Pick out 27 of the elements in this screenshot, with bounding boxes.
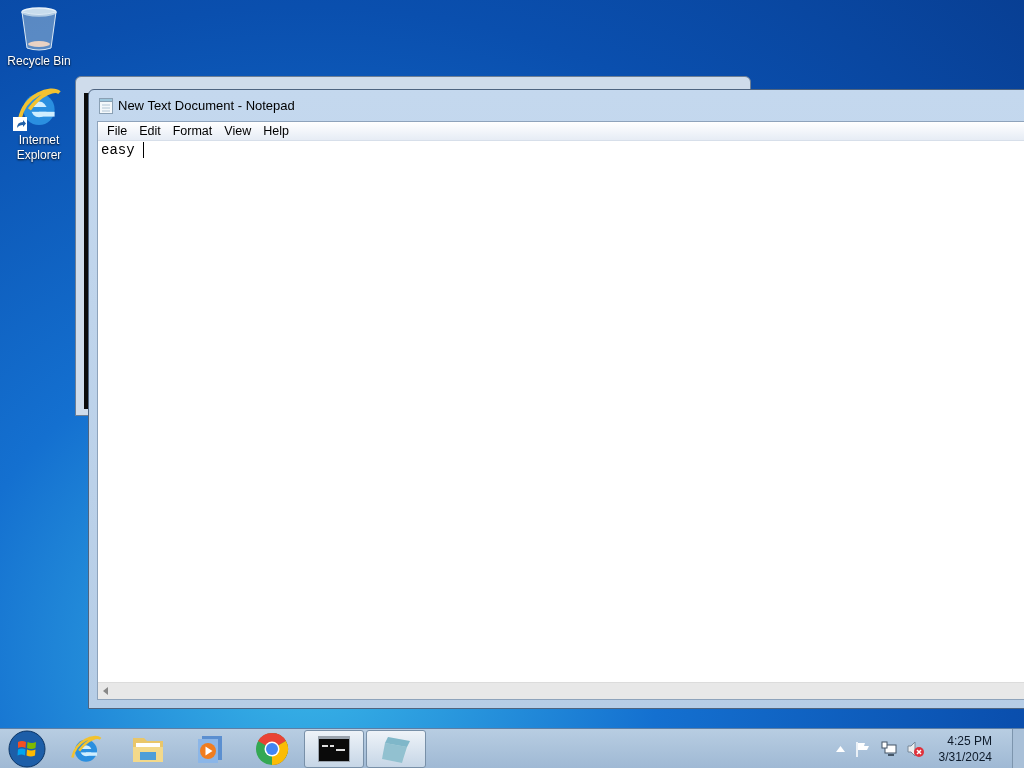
network-icon[interactable] xyxy=(880,740,897,757)
window-title: New Text Document - Notepad xyxy=(118,96,295,115)
clock-time[interactable]: 4:25 PM xyxy=(947,732,992,749)
chrome-icon xyxy=(255,731,289,766)
show-hidden-icons-icon[interactable] xyxy=(835,745,845,752)
start-button[interactable] xyxy=(8,729,46,768)
menu-item[interactable]: File xyxy=(101,122,134,140)
flag-icon[interactable] xyxy=(854,740,871,757)
recycle-bin-icon xyxy=(19,6,59,52)
notepad-icon xyxy=(99,97,113,114)
menu-item[interactable]: Format xyxy=(166,122,219,140)
show-desktop-button[interactable] xyxy=(1012,728,1024,768)
scroll-left-icon[interactable] xyxy=(103,687,108,695)
menu-item[interactable]: Help xyxy=(257,122,295,140)
command-prompt-icon xyxy=(318,735,350,762)
menu-item[interactable]: View xyxy=(218,122,258,140)
icon-label[interactable]: Recycle Bin xyxy=(7,54,71,69)
icon-label[interactable]: Internet Explorer xyxy=(1,133,77,163)
media-player-icon xyxy=(196,733,224,764)
text-area[interactable]: easy xyxy=(98,141,1024,682)
document-text: easy xyxy=(101,142,136,159)
taskbar-button[interactable] xyxy=(304,729,364,768)
muted-speaker-icon[interactable] xyxy=(906,740,925,757)
menu-item[interactable]: Edit xyxy=(133,122,167,140)
text-cursor xyxy=(143,142,144,158)
clock-date[interactable]: 3/31/2024 xyxy=(938,748,992,765)
horizontal-scrollbar[interactable] xyxy=(98,682,1024,699)
